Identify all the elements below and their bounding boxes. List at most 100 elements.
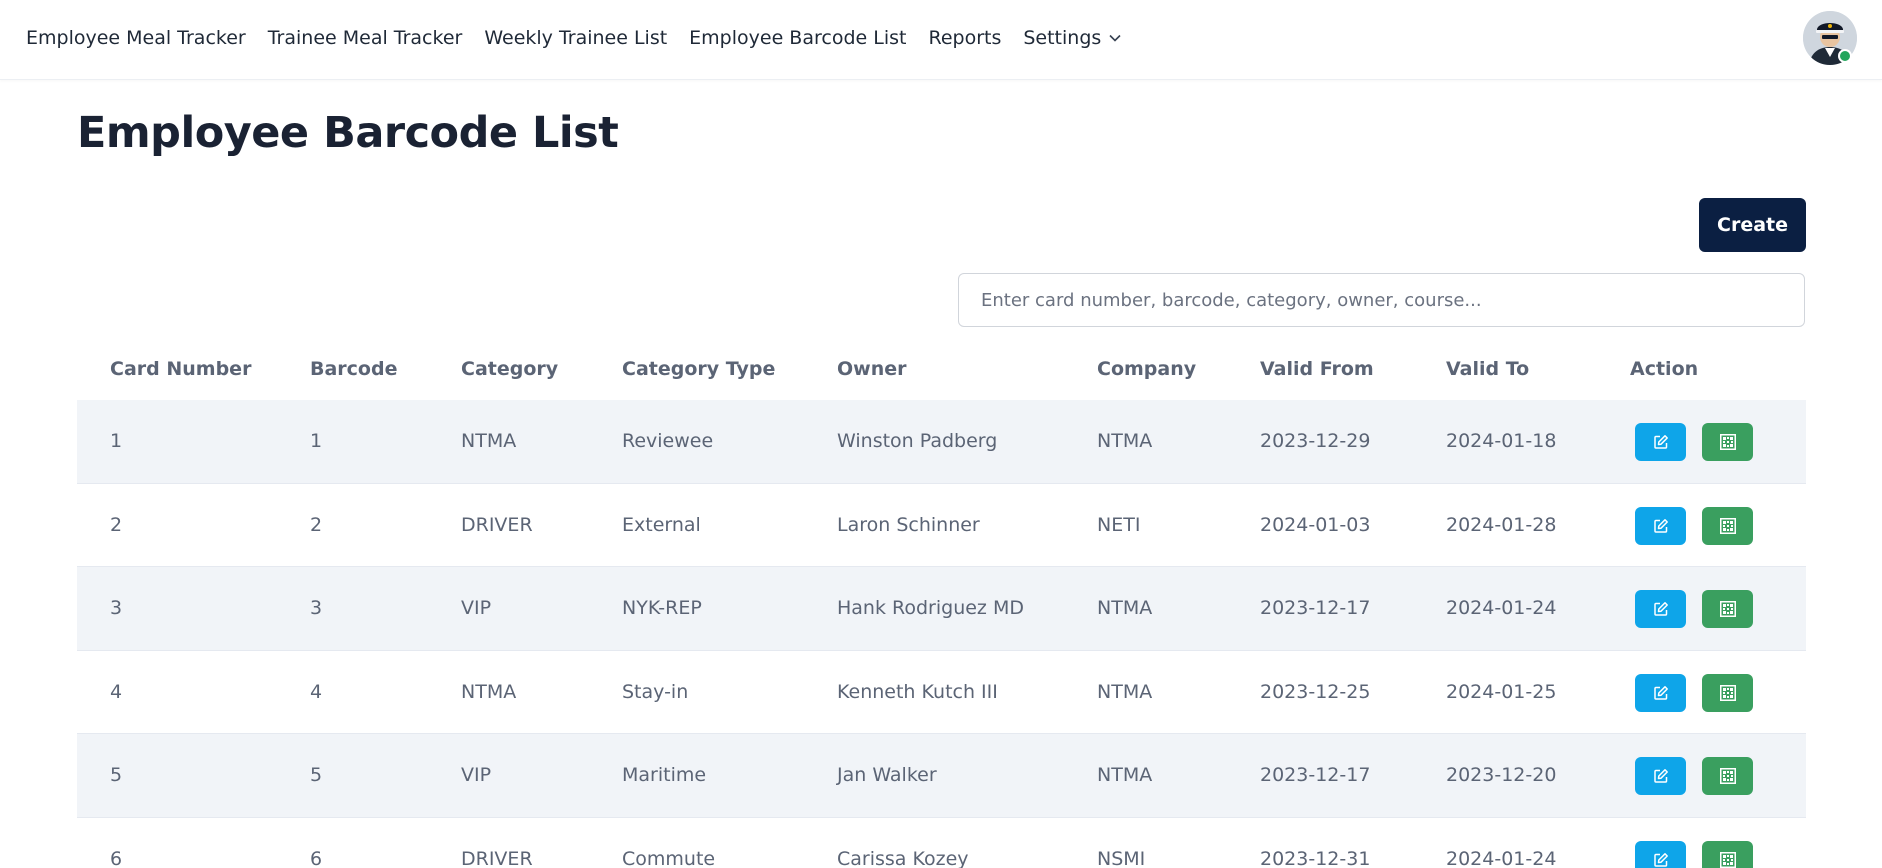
qr-code-icon: [1719, 684, 1736, 701]
nav-settings-label: Settings: [1023, 27, 1102, 49]
table-row: 6 6 DRIVER Commute Carissa Kozey NSMI 20…: [77, 818, 1806, 868]
table-row: 4 4 NTMA Stay-in Kenneth Kutch III NTMA …: [77, 651, 1806, 734]
cell-category-type: External: [622, 513, 701, 536]
cell-company: NTMA: [1097, 597, 1153, 619]
cell-company: NTMA: [1097, 680, 1153, 703]
cell-card-number: 3: [110, 597, 123, 619]
header-company: Company: [1097, 358, 1197, 380]
cell-category-type: Commute: [622, 847, 716, 868]
header-action: Action: [1630, 358, 1699, 380]
nav-reports[interactable]: Reports: [928, 27, 1001, 49]
table-row: 5 5 VIP Maritime Jan Walker NTMA 2023-12…: [77, 734, 1806, 818]
edit-icon: [1653, 602, 1668, 616]
cell-valid-to: 2024-01-28: [1446, 513, 1557, 536]
cell-barcode: 1: [310, 430, 323, 452]
header-category-type: Category Type: [622, 358, 776, 380]
cell-valid-to: 2024-01-18: [1446, 430, 1557, 452]
qr-code-button[interactable]: [1702, 840, 1753, 868]
qr-code-button[interactable]: [1702, 590, 1753, 628]
cell-owner: Carissa Kozey: [837, 847, 969, 868]
qr-code-button[interactable]: [1702, 423, 1753, 461]
cell-category: NTMA: [461, 430, 517, 452]
cell-barcode: 5: [310, 764, 323, 786]
qr-code-button[interactable]: [1702, 673, 1753, 712]
nav-trainee-meal-tracker[interactable]: Trainee Meal Tracker: [268, 27, 463, 49]
cell-valid-from: 2023-12-17: [1260, 597, 1371, 619]
cell-company: NTMA: [1097, 430, 1153, 452]
cell-category: VIP: [461, 597, 492, 619]
cell-owner: Winston Padberg: [837, 430, 998, 452]
cell-category: NTMA: [461, 680, 517, 703]
cell-barcode: 2: [310, 513, 323, 536]
barcode-table: Card Number Barcode Category Category Ty…: [77, 340, 1806, 868]
edit-icon: [1653, 518, 1668, 533]
edit-button[interactable]: [1635, 840, 1686, 868]
nav-settings-dropdown[interactable]: Settings: [1023, 27, 1121, 49]
header-card-number: Card Number: [110, 358, 252, 380]
qr-code-icon: [1719, 851, 1736, 868]
cell-category-type: NYK-REP: [622, 597, 702, 619]
edit-icon: [1653, 435, 1668, 449]
cell-category-type: Stay-in: [622, 680, 689, 703]
cell-category: DRIVER: [461, 847, 533, 868]
table-row: 2 2 DRIVER External Laron Schinner NETI …: [77, 484, 1806, 567]
cell-owner: Jan Walker: [837, 764, 937, 786]
header-valid-from: Valid From: [1260, 358, 1374, 380]
cell-barcode: 6: [310, 847, 323, 868]
cell-company: NETI: [1097, 513, 1141, 536]
edit-button[interactable]: [1635, 590, 1686, 628]
cell-company: NTMA: [1097, 764, 1153, 786]
search-input[interactable]: [958, 273, 1805, 327]
header-valid-to: Valid To: [1446, 358, 1530, 380]
cell-owner: Kenneth Kutch III: [837, 680, 998, 703]
table-row: 1 1 NTMA Reviewee Winston Padberg NTMA 2…: [77, 400, 1806, 484]
qr-code-icon: [1719, 768, 1736, 784]
edit-button[interactable]: [1635, 506, 1686, 545]
cell-valid-from: 2023-12-17: [1260, 764, 1371, 786]
cell-valid-to: 2023-12-20: [1446, 764, 1557, 786]
table-header: Card Number Barcode Category Category Ty…: [77, 340, 1806, 400]
chevron-down-icon: [1109, 34, 1121, 42]
cell-card-number: 1: [110, 430, 123, 452]
cell-valid-to: 2024-01-25: [1446, 680, 1557, 703]
edit-button[interactable]: [1635, 757, 1686, 795]
qr-code-button[interactable]: [1702, 757, 1753, 795]
cell-valid-from: 2023-12-25: [1260, 680, 1371, 703]
cell-barcode: 4: [310, 680, 323, 703]
edit-icon: [1653, 852, 1668, 867]
page-title: Employee Barcode List: [77, 108, 619, 158]
header-owner: Owner: [837, 358, 907, 380]
nav-links: Employee Meal Tracker Trainee Meal Track…: [26, 0, 1143, 76]
edit-button[interactable]: [1635, 423, 1686, 461]
cell-category-type: Reviewee: [622, 430, 714, 452]
cell-valid-from: 2023-12-31: [1260, 847, 1371, 868]
nav-weekly-trainee-list[interactable]: Weekly Trainee List: [484, 27, 667, 49]
cell-owner: Laron Schinner: [837, 513, 980, 536]
online-status-indicator: [1838, 49, 1852, 63]
qr-code-icon: [1719, 517, 1736, 534]
cell-company: NSMI: [1097, 847, 1146, 868]
cell-card-number: 2: [110, 513, 123, 536]
cell-barcode: 3: [310, 597, 323, 619]
cell-card-number: 5: [110, 764, 123, 786]
cell-valid-from: 2023-12-29: [1260, 430, 1371, 452]
qr-code-icon: [1719, 434, 1736, 450]
nav-employee-barcode-list[interactable]: Employee Barcode List: [689, 27, 906, 49]
edit-button[interactable]: [1635, 673, 1686, 712]
qr-code-icon: [1719, 601, 1736, 617]
header-category: Category: [461, 358, 559, 380]
qr-code-button[interactable]: [1702, 506, 1753, 545]
cell-card-number: 4: [110, 680, 123, 703]
edit-icon: [1653, 685, 1668, 700]
cell-card-number: 6: [110, 847, 123, 868]
header-barcode: Barcode: [310, 358, 398, 380]
create-button[interactable]: Create: [1699, 198, 1806, 252]
cell-category-type: Maritime: [622, 764, 707, 786]
nav-employee-meal-tracker[interactable]: Employee Meal Tracker: [26, 27, 246, 49]
cell-category: DRIVER: [461, 513, 533, 536]
cell-valid-from: 2024-01-03: [1260, 513, 1371, 536]
cell-valid-to: 2024-01-24: [1446, 597, 1557, 619]
cell-category: VIP: [461, 764, 492, 786]
cell-valid-to: 2024-01-24: [1446, 847, 1557, 868]
cell-owner: Hank Rodriguez MD: [837, 597, 1024, 619]
